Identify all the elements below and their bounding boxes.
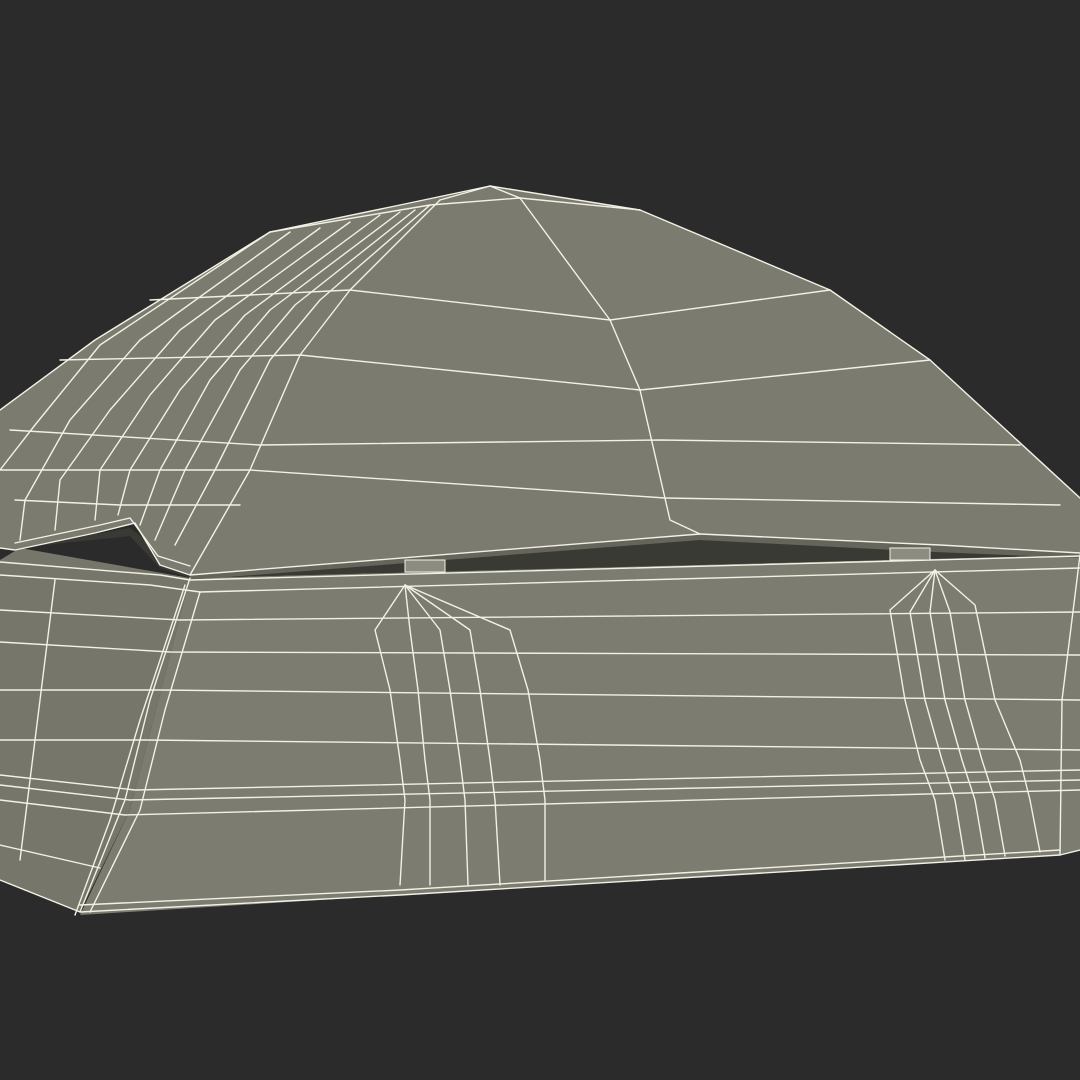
clip-right [889,547,931,561]
tent-wireframe-model [0,0,1080,1080]
render-viewport [0,0,1080,1080]
clip-left [404,559,446,573]
